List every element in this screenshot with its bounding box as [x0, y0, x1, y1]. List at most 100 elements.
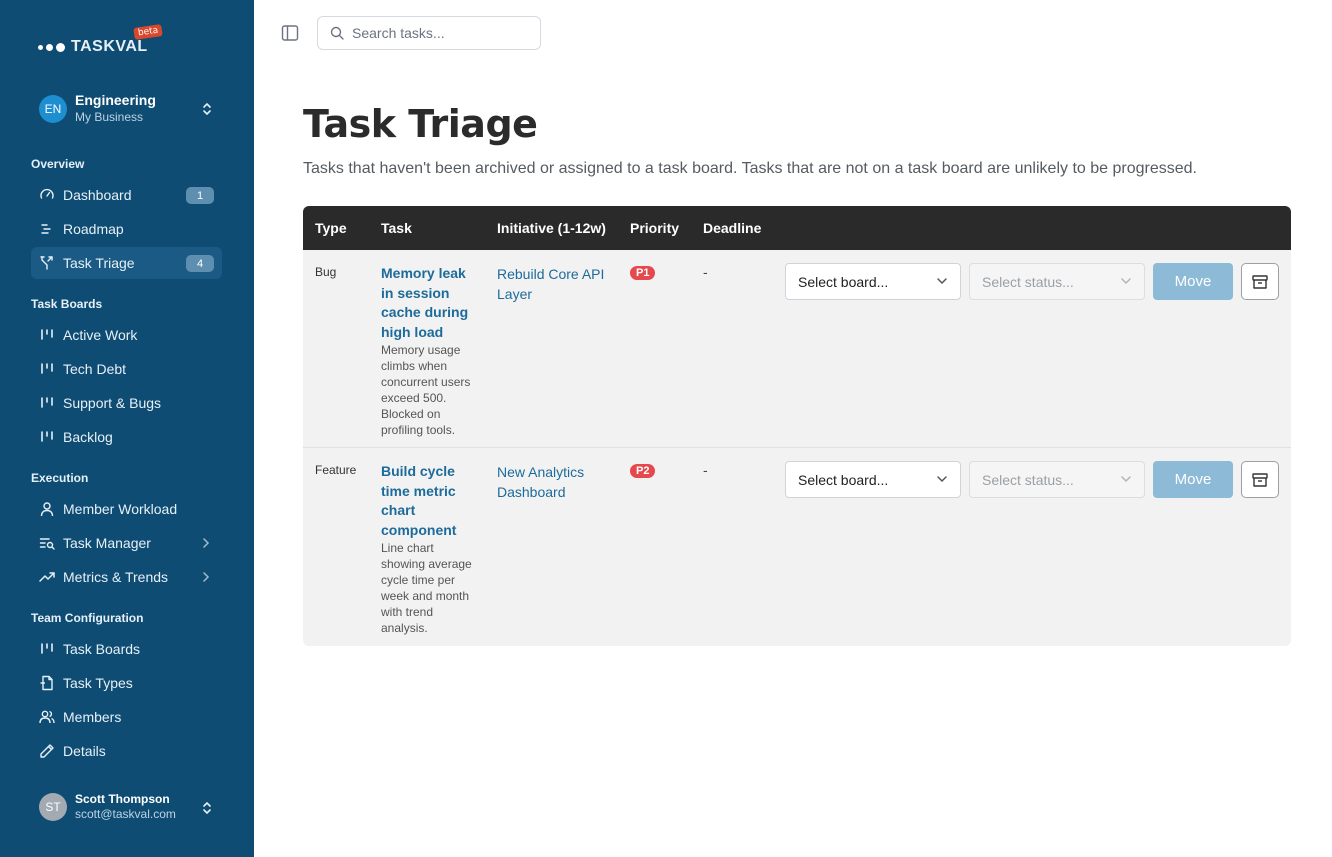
search-box[interactable]	[317, 16, 541, 50]
chevron-right-icon	[203, 572, 210, 582]
sidebar-item-label: Member Workload	[63, 501, 178, 517]
column-header-priority: Priority	[630, 220, 680, 236]
section-title-team-configuration: Team Configuration	[31, 611, 144, 625]
archive-button[interactable]	[1241, 461, 1279, 498]
count-badge: 1	[186, 187, 214, 204]
task-title-link[interactable]: Build cycle time metric chart component	[381, 462, 476, 540]
move-button[interactable]: Move	[1153, 263, 1233, 300]
split-icon	[39, 255, 55, 271]
chevron-down-icon	[1121, 476, 1131, 483]
status-select[interactable]: Select status...	[969, 461, 1145, 498]
task-cell: Memory leak in session cache during high…	[381, 264, 476, 438]
search-input[interactable]	[352, 25, 522, 41]
brand-name: TASKVAL	[71, 38, 148, 55]
list-search-icon	[39, 535, 55, 551]
trend-icon	[39, 569, 55, 585]
archive-icon	[1252, 274, 1268, 289]
org-avatar: EN	[39, 95, 67, 123]
users-icon	[39, 709, 55, 725]
chevron-down-icon	[937, 476, 947, 483]
column-header-deadline: Deadline	[703, 220, 762, 236]
sidebar-item-roadmap[interactable]: Roadmap	[31, 213, 222, 245]
table-row: Bug Memory leak in session cache during …	[303, 250, 1291, 448]
table-header: Type Task Initiative (1-12w) Priority De…	[303, 206, 1291, 250]
initiative-link[interactable]: Rebuild Core API Layer	[497, 264, 607, 304]
sidebar-item-label: Task Boards	[63, 641, 141, 657]
org-switcher[interactable]: EN Engineering My Business	[39, 92, 219, 125]
sidebar-item-task-types[interactable]: Task Types	[31, 667, 222, 699]
sidebar: TASKVAL beta EN Engineering My Business …	[0, 0, 254, 857]
task-cell: Build cycle time metric chart component …	[381, 462, 476, 636]
archive-icon	[1252, 472, 1268, 487]
section-title-execution: Execution	[31, 471, 89, 485]
sidebar-item-label: Task Types	[63, 675, 133, 691]
user-icon	[39, 501, 55, 517]
sidebar-item-dashboard[interactable]: Dashboard 1	[31, 179, 222, 211]
move-button[interactable]: Move	[1153, 461, 1233, 498]
board-select[interactable]: Select board...	[785, 461, 961, 498]
logo-dots-icon	[38, 42, 65, 52]
sidebar-item-members[interactable]: Members	[31, 701, 222, 733]
section-title-task-boards: Task Boards	[31, 297, 103, 311]
priority-badge: P2	[630, 464, 656, 478]
status-select-value: Select status...	[982, 273, 1074, 290]
sidebar-item-metrics-trends[interactable]: Metrics & Trends	[31, 561, 222, 593]
task-description: Line chart showing average cycle time pe…	[381, 541, 472, 635]
page-subtitle: Tasks that haven't been archived or assi…	[303, 160, 1197, 177]
sidebar-item-label: Task Triage	[63, 255, 135, 271]
task-type: Feature	[315, 463, 357, 477]
chevron-up-down-icon	[203, 103, 211, 115]
initiative-link[interactable]: New Analytics Dashboard	[497, 462, 607, 502]
chevron-down-icon	[1121, 278, 1131, 285]
user-email: scott@taskval.com	[75, 807, 176, 821]
sidebar-item-support-bugs[interactable]: Support & Bugs	[31, 387, 222, 419]
pencil-icon	[39, 743, 55, 759]
sidebar-item-label: Metrics & Trends	[63, 569, 169, 585]
status-select-value: Select status...	[982, 471, 1074, 488]
sidebar-item-label: Details	[63, 743, 106, 759]
sidebar-item-member-workload[interactable]: Member Workload	[31, 493, 222, 525]
chevron-up-down-icon	[203, 802, 211, 814]
sidebar-item-label: Support & Bugs	[63, 395, 162, 411]
sidebar-item-label: Roadmap	[63, 221, 124, 237]
board-icon	[39, 395, 55, 411]
roadmap-icon	[39, 221, 55, 237]
org-name: Engineering	[75, 92, 156, 108]
sidebar-item-label: Task Manager	[63, 535, 151, 551]
sidebar-item-task-triage[interactable]: Task Triage 4	[31, 247, 222, 279]
archive-button[interactable]	[1241, 263, 1279, 300]
sidebar-item-active-work[interactable]: Active Work	[31, 319, 222, 351]
brand-logo[interactable]: TASKVAL beta	[38, 24, 163, 56]
priority-badge: P1	[630, 266, 656, 280]
user-name: Scott Thompson	[75, 792, 170, 806]
chevron-right-icon	[203, 538, 210, 548]
sidebar-toggle-icon[interactable]	[281, 24, 299, 42]
task-type: Bug	[315, 265, 337, 279]
count-badge: 4	[186, 255, 214, 272]
column-header-type: Type	[315, 220, 347, 236]
table-row: Feature Build cycle time metric chart co…	[303, 448, 1291, 646]
sidebar-item-label: Members	[63, 709, 122, 725]
page-title: Task Triage	[303, 102, 538, 146]
sidebar-item-label: Dashboard	[63, 187, 132, 203]
task-title-link[interactable]: Memory leak in session cache during high…	[381, 264, 476, 342]
section-title-overview: Overview	[31, 157, 85, 171]
sidebar-item-details[interactable]: Details	[31, 735, 222, 767]
chevron-down-icon	[937, 278, 947, 285]
sidebar-item-config-task-boards[interactable]: Task Boards	[31, 633, 222, 665]
user-avatar: ST	[39, 793, 67, 821]
board-select[interactable]: Select board...	[785, 263, 961, 300]
status-select[interactable]: Select status...	[969, 263, 1145, 300]
sidebar-item-task-manager[interactable]: Task Manager	[31, 527, 222, 559]
beta-badge: beta	[133, 24, 163, 40]
user-menu[interactable]: ST Scott Thompson scott@taskval.com	[39, 792, 219, 822]
board-icon	[39, 641, 55, 657]
column-header-initiative: Initiative (1-12w)	[497, 220, 606, 236]
board-select-value: Select board...	[798, 471, 889, 488]
sidebar-item-label: Tech Debt	[63, 361, 127, 377]
task-description: Memory usage climbs when concurrent user…	[381, 343, 471, 437]
board-icon	[39, 361, 55, 377]
sidebar-item-tech-debt[interactable]: Tech Debt	[31, 353, 222, 385]
org-subtitle: My Business	[75, 110, 144, 124]
sidebar-item-backlog[interactable]: Backlog	[31, 421, 222, 453]
